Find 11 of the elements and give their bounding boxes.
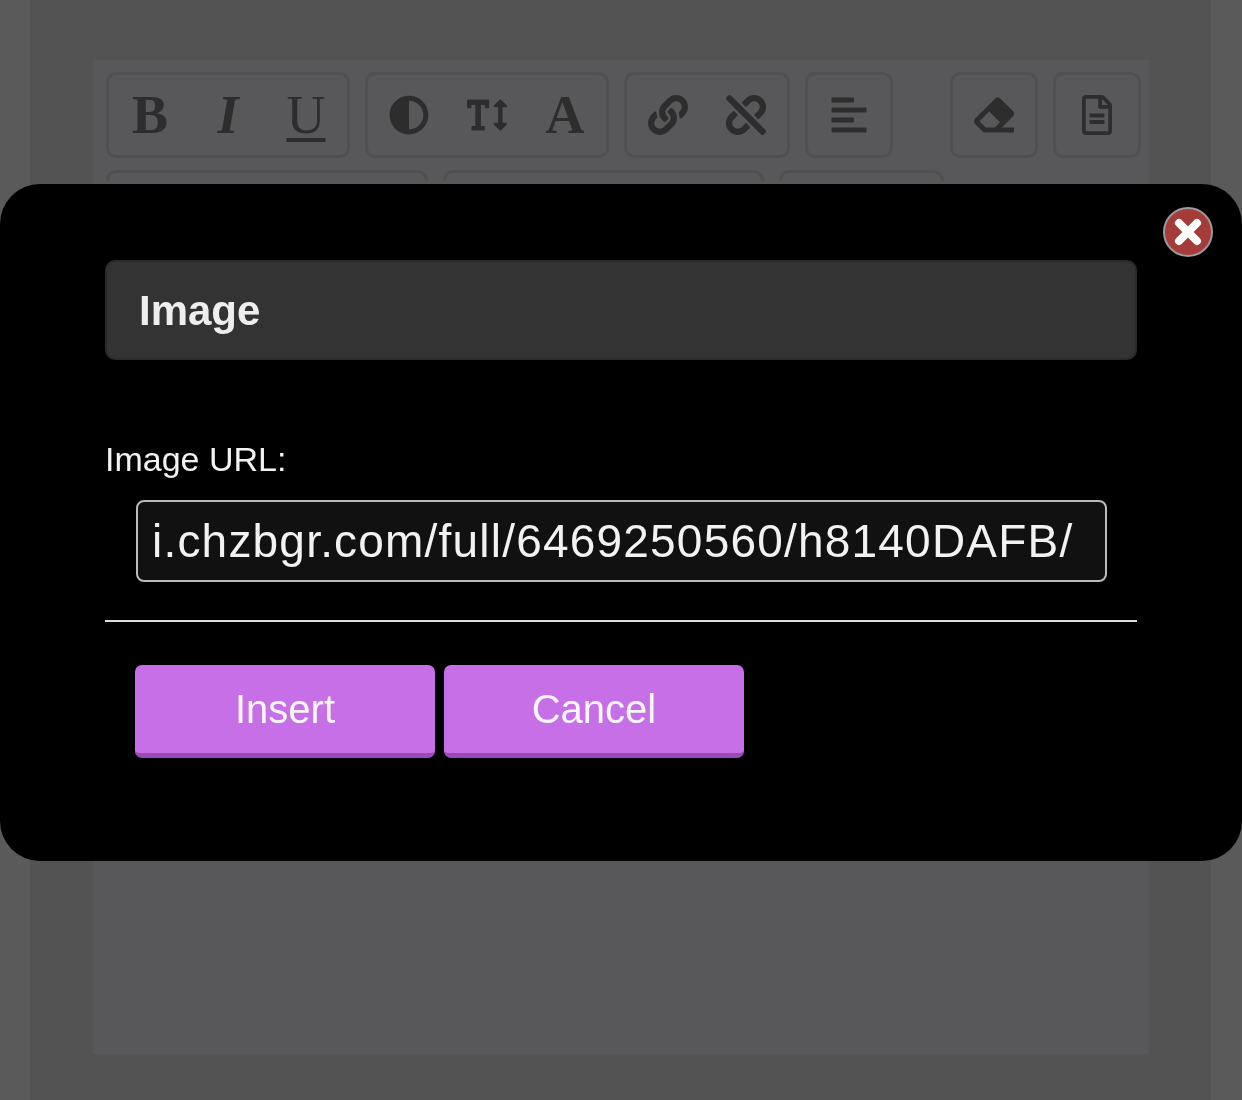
align-left-icon <box>829 95 869 135</box>
eraser-icon <box>974 95 1014 135</box>
chain-link-icon <box>648 95 688 135</box>
close-icon <box>1163 207 1213 257</box>
insert-button[interactable]: Insert <box>135 665 435 758</box>
close-button[interactable] <box>1163 207 1213 257</box>
url-input[interactable]: i.chzbgr.com/full/6469250560/h8140DAFB/ <box>136 500 1107 582</box>
url-label: Image URL: <box>105 439 287 479</box>
dialog-title: Image <box>105 260 1137 360</box>
broken-link-icon <box>726 95 766 135</box>
cancel-button[interactable]: Cancel <box>444 665 744 758</box>
